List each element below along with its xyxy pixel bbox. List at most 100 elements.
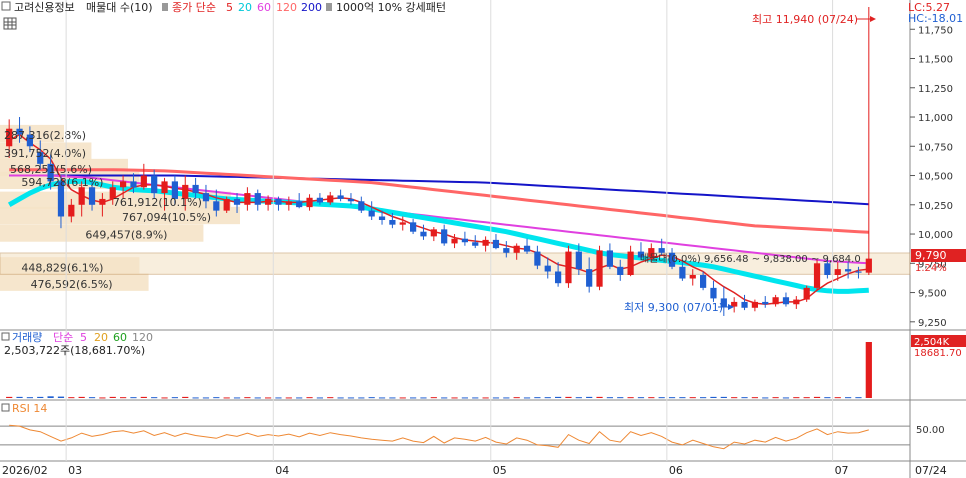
volume-bar [420, 397, 427, 399]
price-tick-label: 10,500 [918, 172, 953, 183]
candle-body [316, 197, 323, 203]
price-ma-label: 종가 단순 [172, 1, 216, 14]
volume-bar [151, 397, 158, 399]
volume-bar [171, 397, 178, 399]
candle-body [337, 195, 344, 199]
volume-bar [513, 397, 520, 399]
volume-bar [793, 397, 800, 399]
volume-bar [316, 397, 323, 399]
volume-profile-label: 761,912(10.1%) [113, 196, 202, 209]
candle-body [751, 301, 758, 308]
candle-body [285, 201, 292, 205]
volume-bar [285, 397, 292, 399]
x-tick-label: 05 [493, 464, 507, 477]
volume-bar [845, 397, 852, 399]
candle-body [606, 250, 613, 267]
candle-body [327, 195, 334, 203]
candle-body [710, 287, 717, 299]
volume-bar [120, 397, 127, 399]
volume-bar [865, 342, 872, 398]
volume-bar [586, 396, 593, 398]
volume-bar [306, 397, 313, 399]
volume-bar [140, 396, 147, 398]
volume-bar [544, 397, 551, 399]
ma20-legend: 20 [238, 1, 252, 14]
volume-axis-value: 2,504K [914, 337, 950, 348]
candle-body [254, 193, 261, 205]
candle-body [202, 193, 210, 202]
volume-bar [6, 396, 13, 398]
volume-bar [834, 397, 841, 399]
table-icon[interactable] [3, 17, 17, 30]
volume-bar [202, 397, 210, 399]
x-tick-label: 06 [669, 464, 683, 477]
volume-bar [26, 397, 33, 399]
candle-body [389, 220, 396, 225]
x-last-date: 07/24 [915, 464, 947, 477]
volume-profile-label: 391,752(4.0%) [4, 147, 86, 160]
volume-bar [99, 397, 106, 399]
volume-bar [213, 397, 220, 399]
candle-body [151, 175, 158, 194]
volume-bar [109, 396, 116, 398]
volume-bar [741, 397, 748, 399]
volume-bar [244, 397, 251, 399]
candle-body [399, 222, 406, 225]
candle-body [689, 275, 696, 279]
volume-bar [855, 397, 862, 399]
candle-body [368, 210, 375, 217]
volume-bar [803, 397, 810, 399]
candle-body [834, 269, 841, 275]
volume-bar [441, 397, 448, 399]
volume-bar [233, 397, 241, 399]
price-tick-label: 11,000 [918, 113, 953, 124]
candle-body [544, 265, 551, 272]
volume-bar [389, 397, 396, 399]
volume-bar [88, 397, 96, 399]
volume-bar [182, 396, 189, 398]
candle-body [824, 263, 831, 275]
candle-body [296, 201, 303, 208]
price-tick-label: 9,500 [918, 289, 947, 300]
volume-bar [399, 397, 406, 399]
volume-bar [503, 397, 510, 399]
pattern-label: 1000억 10% 강세패턴 [336, 1, 446, 14]
current-price: 9,790 [915, 249, 947, 262]
volume-bar [358, 397, 365, 399]
candle-body [617, 266, 624, 275]
candle-body [306, 197, 313, 208]
volume-bar [368, 397, 375, 399]
volume-bar [430, 397, 437, 399]
volume-bar [347, 397, 355, 399]
volume-bar [161, 397, 168, 399]
price-tick-label: 10,000 [918, 230, 953, 241]
volume-bar [731, 397, 738, 399]
volume-bar [192, 397, 199, 399]
candle-body [565, 251, 572, 284]
volume-bar [78, 396, 85, 398]
ma200-legend: 200 [301, 1, 322, 14]
volume-bar [534, 397, 541, 399]
candle-body [627, 251, 634, 275]
volume-title: 거래량 [12, 331, 42, 344]
candle-body [586, 269, 593, 287]
candle-body [523, 245, 531, 252]
candle-body [793, 299, 800, 305]
x-tick-label: 07 [835, 464, 849, 477]
volume-bar [772, 397, 779, 399]
volume-bar [824, 397, 831, 399]
volume-bar [606, 397, 613, 399]
volume-last-value: 2,503,722주(18,681.70%) [4, 344, 145, 357]
low-annotation: 최저 9,300 (07/01) [624, 301, 723, 314]
candle-body [803, 287, 810, 300]
candle-body [855, 271, 862, 273]
candle-body [845, 269, 852, 272]
candle-body [275, 198, 282, 205]
candle-body [472, 242, 479, 246]
volume-bar [575, 397, 582, 399]
candle-body [68, 204, 75, 217]
volume-bar [710, 396, 717, 398]
volume-profile-label: 767,094(10.5%) [122, 211, 211, 224]
candle-body [658, 248, 665, 253]
ma60-legend: 60 [257, 1, 271, 14]
